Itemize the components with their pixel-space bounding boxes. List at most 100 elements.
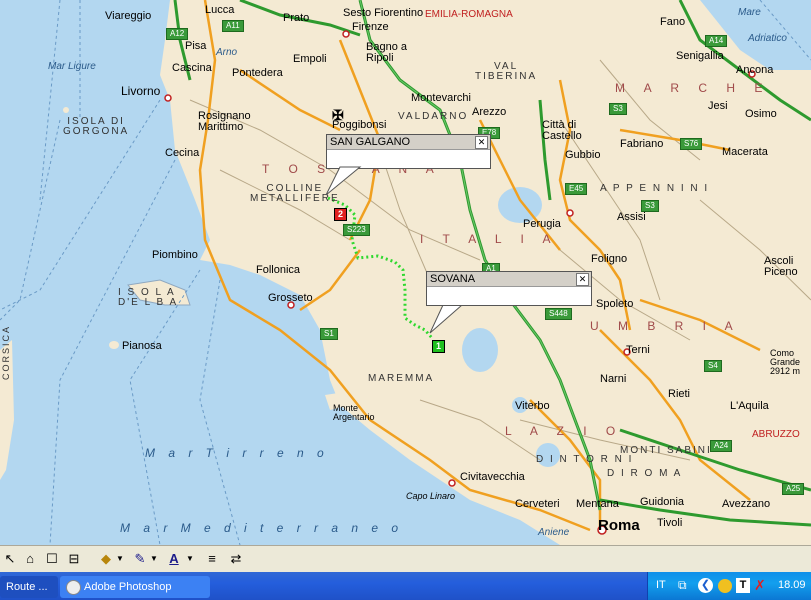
messenger-icon[interactable]	[718, 579, 732, 593]
chevron-down-icon[interactable]: ▼	[150, 550, 158, 568]
city-label: Fano	[660, 16, 686, 28]
city-label: Pisa	[185, 40, 207, 52]
network-icon[interactable]: ⧉	[678, 579, 687, 591]
region-italia: I T A L I A	[420, 232, 559, 246]
city-label: Assisi	[617, 211, 646, 223]
photoshop-icon	[66, 580, 81, 595]
route-marker-start[interactable]: 2	[334, 208, 347, 221]
region-abruzzo: ABRUZZO	[752, 429, 800, 440]
close-icon[interactable]: ✕	[576, 273, 589, 286]
region-maremma: MAREMMA	[368, 373, 435, 384]
city-label: Pontedera	[232, 67, 283, 79]
close-icon[interactable]: ✕	[475, 136, 488, 149]
road-shield: S448	[545, 308, 572, 320]
sea-label-ligure: Mar Ligure	[48, 61, 96, 72]
fill-color-icon[interactable]: ◆	[98, 550, 114, 568]
road-shield: S76	[680, 138, 703, 150]
road-shield: A25	[782, 483, 805, 495]
city-label: Rieti	[668, 388, 691, 400]
label-monte-grande: Como Grande 2912 m	[770, 348, 801, 376]
city-label: Ancona	[736, 64, 774, 76]
callout-title: SOVANA	[427, 272, 591, 287]
city-label: Cecina	[165, 147, 200, 159]
arrow-style-icon[interactable]: ⇄	[228, 550, 244, 568]
city-label: Viareggio	[105, 10, 152, 22]
sea-label-mediterraneo: M a r M e d i t e r r a n e o	[120, 521, 404, 535]
clock[interactable]: 18.09	[778, 580, 806, 591]
line-color-icon[interactable]: ✎	[132, 550, 148, 568]
region-monti-sabini: MONTI SABINI	[620, 445, 712, 456]
city-label: Gubbio	[565, 149, 601, 161]
back-icon[interactable]: ❮	[698, 578, 713, 593]
city-label: Foligno	[591, 253, 628, 265]
line-style-icon[interactable]: ≡	[204, 550, 220, 568]
city-label: Senigallia	[676, 50, 724, 62]
road-shield: A24	[710, 440, 733, 452]
city-label: Rosignano Marittimo	[198, 110, 251, 133]
region-gorgona: ISOLA DI GORGONA	[63, 116, 130, 137]
chevron-down-icon[interactable]: ▼	[116, 550, 124, 568]
city-label: L'Aquila	[730, 400, 769, 412]
road-shield: S3	[609, 103, 627, 115]
map-view[interactable]: Mar Ligure M a r T i r r e n o M a r M e…	[0, 0, 811, 545]
city-label: Tivoli	[657, 517, 683, 529]
city-label: Civitavecchia	[460, 471, 525, 483]
poi-icon[interactable]: ✠	[332, 108, 344, 122]
city-label: Guidonia	[640, 496, 685, 508]
lake-bolsena	[462, 328, 498, 372]
road-shield: A14	[705, 35, 728, 47]
city-label: Arezzo	[472, 106, 507, 118]
route-marker-end[interactable]: 1	[432, 340, 445, 353]
region-appennini: A P P E N N I N I	[600, 183, 710, 194]
taskbar-photoshop-label: Adobe Photoshop	[84, 581, 172, 593]
city-label: Macerata	[722, 146, 768, 158]
city-label: Fabriano	[620, 138, 664, 150]
road-shield: E45	[565, 183, 588, 195]
city-label: Cerveteri	[515, 498, 560, 510]
city-label: Jesi	[708, 100, 728, 112]
region-colline: COLLINE METALLIFERE	[250, 183, 340, 204]
text-tool-icon[interactable]: T	[736, 578, 750, 593]
taskbar-route-button[interactable]: Route ...	[0, 576, 58, 598]
region-corsica: CORSICA	[1, 324, 11, 380]
city-label: Spoleto	[596, 298, 634, 310]
rectangle-tool-icon[interactable]: ☐	[44, 550, 60, 568]
freeform-tool-icon[interactable]: ⌂	[22, 550, 38, 568]
callout-san-galgano[interactable]: SAN GALGANO ✕	[326, 134, 491, 169]
label-capo-linaro: Capo Linaro	[406, 491, 456, 501]
label-arno: Arno	[216, 47, 238, 58]
textbox-tool-icon[interactable]: ⊟	[66, 550, 82, 568]
city-label: Città di Castello	[542, 119, 582, 142]
city-label: Cascina	[172, 62, 212, 74]
region-elba: I S O L A D'E L B A	[118, 287, 179, 308]
sea-label-adriatico: Adriatico	[748, 33, 787, 44]
city-label: Piombino	[152, 249, 198, 261]
region-emilia: EMILIA-ROMAGNA	[425, 9, 513, 20]
city-label: Avezzano	[722, 498, 771, 510]
sea-label-mare: Mare	[738, 7, 761, 18]
city-label: Livorno	[121, 84, 161, 98]
city-label: Ascoli Piceno	[764, 255, 798, 278]
region-umbria: U M B R I A	[590, 319, 741, 333]
road-shield: A11	[222, 20, 244, 32]
alert-icon[interactable]: ✗	[754, 578, 766, 592]
select-tool-icon[interactable]: ↖	[2, 550, 18, 568]
language-indicator[interactable]: IT	[656, 580, 666, 591]
font-color-icon[interactable]: A	[166, 550, 182, 568]
chevron-down-icon[interactable]: ▼	[186, 550, 194, 568]
taskbar-photoshop-button[interactable]: Adobe Photoshop	[60, 576, 210, 598]
city-label: Grosseto	[268, 292, 313, 304]
city-label-roma: Roma	[598, 517, 640, 534]
city-label: Montevarchi	[411, 92, 471, 104]
callout-sovana[interactable]: SOVANA ✕	[426, 271, 592, 306]
city-label: Narni	[600, 373, 627, 385]
city-label: Perugia	[523, 218, 561, 230]
drawing-toolbar: ↖ ⌂ ☐ ⊟ ◆ ▼ ✎ ▼ A ▼ ≡ ⇄	[0, 545, 811, 573]
road-shield: S4	[704, 360, 722, 372]
city-label: Mentana	[576, 498, 619, 510]
region-valdarno: VALDARNO	[398, 111, 469, 122]
callout-title: SAN GALGANO	[327, 135, 490, 150]
region-roma-area: D I R O M A	[607, 468, 683, 479]
road-shield: S1	[320, 328, 338, 340]
label-monte-argentario: Monte Argentario	[333, 403, 375, 422]
